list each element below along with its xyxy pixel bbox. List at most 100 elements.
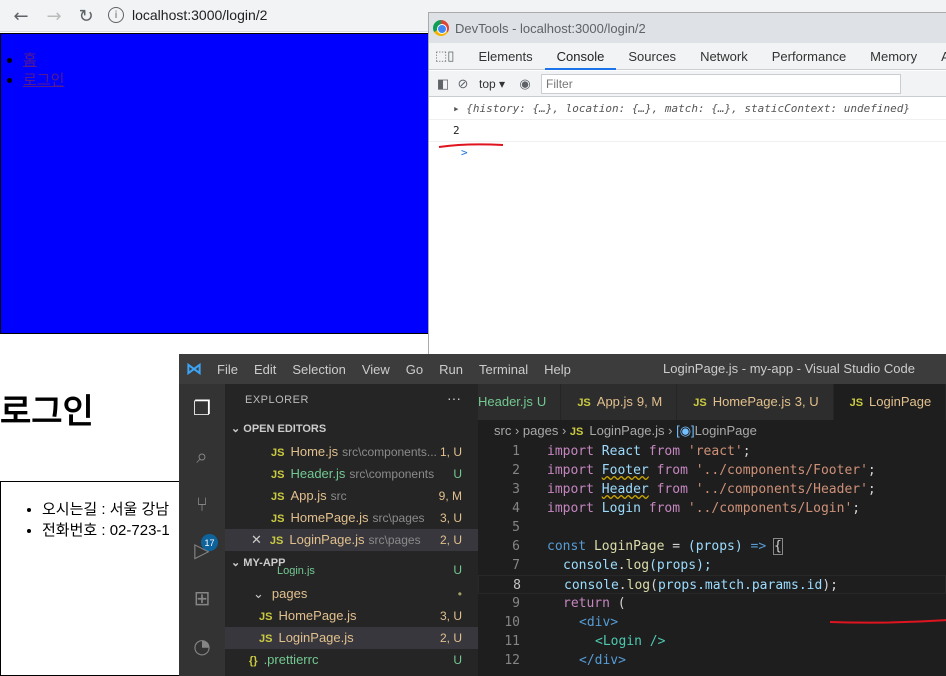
explorer-title: EXPLORER bbox=[245, 394, 309, 406]
nav-link-login[interactable]: 로그인 bbox=[23, 71, 64, 89]
breadcrumb-src[interactable]: src bbox=[494, 423, 511, 438]
code-token: ; bbox=[852, 501, 861, 516]
console-output: ▸ {history: {…}, location: {…}, match: {… bbox=[429, 98, 946, 164]
code-token: '../components/Header' bbox=[695, 482, 868, 497]
tree-folder-pages[interactable]: ⌄ pages • bbox=[225, 583, 478, 605]
code-token: . bbox=[617, 558, 626, 573]
breadcrumb-pages[interactable]: pages bbox=[523, 423, 558, 438]
close-icon[interactable]: ✕ bbox=[251, 532, 262, 547]
menu-view[interactable]: View bbox=[354, 362, 398, 377]
line-number: 7 bbox=[512, 558, 520, 573]
editor-tab-header[interactable]: Header.js U bbox=[478, 384, 562, 420]
clear-console-icon[interactable]: ⊘ bbox=[453, 70, 473, 97]
chrome-logo-icon bbox=[433, 20, 449, 36]
forward-arrow-icon[interactable]: → bbox=[42, 4, 66, 28]
vscode-window-title: LoginPage.js - my-app - Visual Studio Co… bbox=[663, 361, 915, 376]
js-file-icon: JS bbox=[693, 397, 707, 409]
code-line: 12 </div> bbox=[478, 651, 946, 670]
expand-triangle-icon[interactable]: ▸ bbox=[453, 102, 460, 115]
tab-sources[interactable]: Sources bbox=[616, 43, 688, 70]
file-status: U bbox=[453, 467, 462, 481]
explorer-files-icon[interactable]: ❐ bbox=[190, 396, 214, 420]
menu-go[interactable]: Go bbox=[398, 362, 431, 377]
nav-item-home: 홈 bbox=[23, 50, 64, 70]
open-editor-item[interactable]: JS Header.js src\components U bbox=[225, 463, 478, 485]
console-object-text: {history: {…}, location: {…}, match: {…}… bbox=[466, 102, 910, 115]
breadcrumb: src › pages › JS LoginPage.js › [◉]LoginP… bbox=[494, 423, 757, 438]
tab-application[interactable]: A bbox=[929, 43, 946, 70]
tab-network[interactable]: Network bbox=[688, 43, 760, 70]
line-number: 5 bbox=[512, 520, 520, 535]
console-log-object[interactable]: ▸ {history: {…}, location: {…}, match: {… bbox=[429, 98, 946, 120]
line-number: 2 bbox=[512, 463, 520, 478]
code-token: Footer bbox=[601, 463, 649, 478]
tab-label: Header.js bbox=[478, 394, 533, 409]
tree-item[interactable]: JS HomePage.js 3, U bbox=[225, 605, 478, 627]
code-token: console bbox=[563, 558, 618, 573]
code-area[interactable]: 1 import React from 'react'; 2 import Foot… bbox=[478, 442, 946, 670]
reload-icon[interactable]: ↻ bbox=[74, 4, 98, 28]
code-token: import bbox=[547, 463, 594, 478]
extensions-icon[interactable]: ⊞ bbox=[190, 586, 214, 610]
tab-performance[interactable]: Performance bbox=[760, 43, 858, 70]
folder-status: • bbox=[457, 587, 462, 601]
site-info-icon[interactable]: i bbox=[108, 7, 124, 23]
file-name: LoginPage.js bbox=[278, 630, 354, 645]
console-log-value: 2 bbox=[429, 120, 946, 142]
live-expression-eye-icon[interactable]: ◉ bbox=[515, 70, 535, 97]
file-path: src\pages bbox=[368, 533, 421, 547]
file-name: LoginPage.js bbox=[289, 532, 365, 547]
line-number: 11 bbox=[504, 634, 520, 649]
open-editor-item[interactable]: JS App.js src 9, M bbox=[225, 485, 478, 507]
editor-tab-loginpage[interactable]: JS LoginPage bbox=[833, 384, 946, 420]
menu-run[interactable]: Run bbox=[431, 362, 471, 377]
code-token: ); bbox=[822, 578, 838, 593]
open-editor-item-active[interactable]: ✕ JS LoginPage.js src\pages 2, U bbox=[225, 529, 478, 551]
open-editor-item[interactable]: JS HomePage.js src\pages 3, U bbox=[225, 507, 478, 529]
menu-help[interactable]: Help bbox=[536, 362, 579, 377]
menu-selection[interactable]: Selection bbox=[284, 362, 353, 377]
explorer-sidebar: EXPLORER ··· ⌄ OPEN EDITORS JS Home.js src… bbox=[225, 384, 478, 676]
nav-link-home[interactable]: 홈 bbox=[23, 51, 37, 69]
git-graph-icon[interactable]: ◔ bbox=[190, 634, 214, 658]
context-select[interactable]: top ▾ bbox=[479, 77, 505, 91]
file-path: src\components... bbox=[342, 445, 437, 459]
open-editors-header[interactable]: ⌄ OPEN EDITORS bbox=[231, 422, 326, 435]
file-name: HomePage.js bbox=[278, 608, 357, 623]
device-toolbar-icon[interactable]: ▯ bbox=[447, 43, 454, 70]
tree-item[interactable]: {} .prettierrc U bbox=[225, 649, 478, 671]
vscode-logo-icon: ⋈ bbox=[186, 361, 202, 378]
breadcrumb-file[interactable]: LoginPage.js bbox=[589, 423, 664, 438]
editor-tab-homepage[interactable]: JS HomePage.js 3, U bbox=[677, 384, 834, 420]
menu-edit[interactable]: Edit bbox=[246, 362, 284, 377]
open-editor-item[interactable]: JS Home.js src\components... 1, U bbox=[225, 441, 478, 463]
tab-memory[interactable]: Memory bbox=[858, 43, 929, 70]
editor-tabs: Header.js U JS App.js 9, M JS HomePage.js 3, … bbox=[478, 384, 946, 420]
sidebar-toggle-icon[interactable]: ◧ bbox=[433, 70, 453, 97]
tree-item-active[interactable]: JS LoginPage.js 2, U bbox=[225, 627, 478, 649]
chevron-down-icon: ⌄ bbox=[253, 586, 264, 601]
menu-terminal[interactable]: Terminal bbox=[471, 362, 536, 377]
file-status: 3, U bbox=[439, 511, 462, 525]
inspect-element-icon[interactable]: ⬚ bbox=[435, 43, 447, 70]
search-icon[interactable]: ⌕ bbox=[190, 444, 214, 468]
breadcrumb-symbol[interactable]: LoginPage bbox=[695, 423, 757, 438]
devtools-title: DevTools - localhost:3000/login/2 bbox=[455, 20, 646, 36]
code-token: log bbox=[625, 558, 650, 573]
code-token: ; bbox=[867, 463, 876, 478]
back-arrow-icon[interactable]: ← bbox=[9, 4, 33, 28]
source-control-icon[interactable]: ⑂ bbox=[190, 492, 214, 516]
console-filter-input[interactable]: Filter bbox=[541, 73, 902, 94]
footer-list: 오시는길 : 서울 강남 전화번호 : 02-723-1 bbox=[42, 499, 170, 541]
menu-file[interactable]: File bbox=[209, 362, 246, 377]
run-debug-icon[interactable]: ▷ bbox=[190, 538, 214, 562]
red-underline-annotation bbox=[438, 143, 504, 148]
tab-console[interactable]: Console bbox=[544, 43, 617, 70]
file-status: 3, U bbox=[439, 609, 462, 623]
code-token: React bbox=[601, 444, 641, 459]
editor-tab-app[interactable]: JS App.js 9, M bbox=[561, 384, 678, 420]
tree-item-partial[interactable]: Login.js U bbox=[225, 564, 478, 576]
more-actions-icon[interactable]: ··· bbox=[447, 390, 461, 406]
tab-elements[interactable]: Elements bbox=[466, 43, 544, 70]
code-editor: Header.js U JS App.js 9, M JS HomePage.js 3, … bbox=[478, 384, 946, 676]
